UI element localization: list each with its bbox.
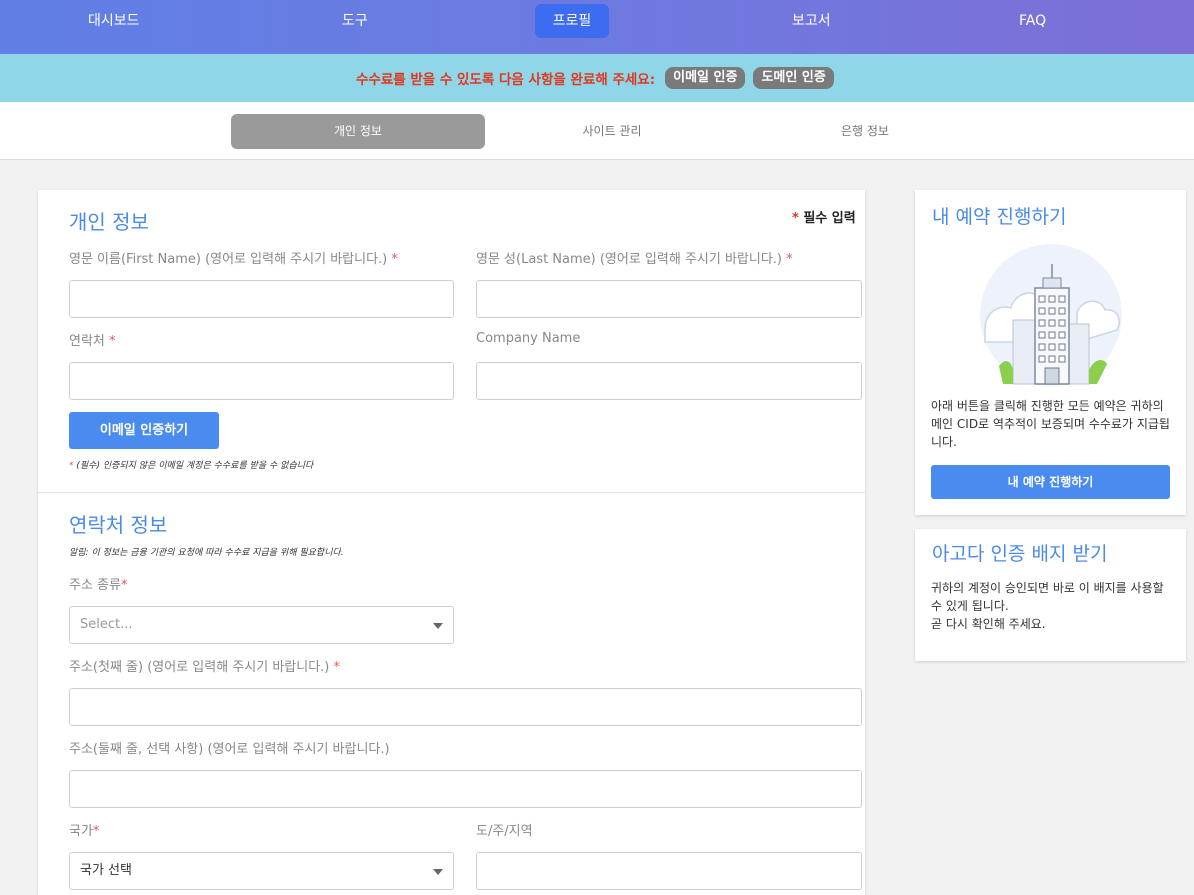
address2-label: 주소(둘째 줄, 선택 사항) (영어로 입력해 주시기 바랍니다.) <box>69 742 390 757</box>
company-name-label: Company Name <box>476 331 581 346</box>
address1-input[interactable] <box>69 688 862 726</box>
region-label: 도/주/지역 <box>476 824 533 839</box>
contact-label: 연락처 * <box>69 334 116 349</box>
contact-info-note: 알림: 이 정보는 금융 기관의 요청에 따라 수수료 지급을 위해 필요합니다… <box>69 548 344 558</box>
tab-personal-info[interactable]: 개인 정보 <box>231 114 485 149</box>
region-input[interactable] <box>476 852 862 890</box>
notice-bar: 수수료를 받을 수 있도록 다음 사항을 완료해 주세요: 이메일 인증 도메인… <box>0 54 1194 102</box>
address-type-select[interactable]: Select... <box>69 606 454 644</box>
booking-card-text: 아래 버튼을 클릭해 진행한 모든 예약은 귀하의 메인 CID로 역추적이 보… <box>931 399 1170 449</box>
proceed-booking-button[interactable]: 내 예약 진행하기 <box>931 465 1170 499</box>
address-type-label: 주소 종류* <box>69 578 128 593</box>
contact-info-title: 연락처 정보 <box>69 513 168 537</box>
nav-dashboard[interactable]: 대시보드 <box>74 4 154 38</box>
contact-input[interactable] <box>69 362 454 400</box>
first-name-input[interactable] <box>69 280 454 318</box>
nav-tools[interactable]: 도구 <box>328 4 382 38</box>
badge-card-text-2: 곧 다시 확인해 주세요. <box>931 617 1046 631</box>
nav-reports[interactable]: 보고서 <box>778 4 845 38</box>
tab-site-management[interactable]: 사이트 관리 <box>485 114 739 149</box>
nav-profile[interactable]: 프로필 <box>535 4 609 38</box>
country-label: 국가* <box>69 824 100 839</box>
verify-email-button[interactable]: 이메일 인증하기 <box>69 412 219 449</box>
verify-email-note: * (필수) 인증되지 않은 이메일 계정은 수수료를 받을 수 없습니다 <box>69 461 314 471</box>
badge-card-title: 아고다 인증 배지 받기 <box>932 543 1108 565</box>
building-illustration <box>980 244 1122 386</box>
address1-label: 주소(첫째 줄) (영어로 입력해 주시기 바랍니다.) * <box>69 660 341 675</box>
last-name-label: 영문 성(Last Name) (영어로 입력해 주시기 바랍니다.) * <box>476 252 793 267</box>
booking-card: 내 예약 진행하기 아래 버튼을 클릭해 진행한 모든 예약은 귀하의 메인 C… <box>915 190 1186 515</box>
notice-message: 수수료를 받을 수 있도록 다음 사항을 완료해 주세요: <box>356 72 656 88</box>
first-name-label: 영문 이름(First Name) (영어로 입력해 주시기 바랍니다.) * <box>69 252 398 267</box>
profile-subtabs: 개인 정보 사이트 관리 은행 정보 <box>0 102 1194 160</box>
company-name-input[interactable] <box>476 362 862 400</box>
tab-bank-info[interactable]: 은행 정보 <box>738 114 992 149</box>
chevron-down-icon <box>433 623 443 629</box>
domain-verify-badge[interactable]: 도메인 인증 <box>753 67 834 89</box>
section-divider <box>38 492 865 493</box>
address2-input[interactable] <box>69 770 862 808</box>
last-name-input[interactable] <box>476 280 862 318</box>
badge-card-text: 귀하의 계정이 승인되면 바로 이 배지를 사용할 수 있게 됩니다. <box>931 581 1164 613</box>
profile-form-card: 개인 정보 * 필수 입력 영문 이름(First Name) (영어로 입력해… <box>38 190 865 895</box>
personal-info-title: 개인 정보 <box>69 210 149 234</box>
badge-card: 아고다 인증 배지 받기 귀하의 계정이 승인되면 바로 이 배지를 사용할 수… <box>915 529 1186 661</box>
email-verify-badge[interactable]: 이메일 인증 <box>665 67 746 89</box>
top-navigation: 대시보드 도구 프로필 보고서 FAQ <box>0 0 1194 54</box>
chevron-down-icon <box>433 869 443 875</box>
required-note: * 필수 입력 <box>792 211 856 226</box>
booking-card-title: 내 예약 진행하기 <box>932 206 1067 228</box>
nav-faq[interactable]: FAQ <box>1005 4 1060 38</box>
country-select[interactable]: 국가 선택 <box>69 852 454 890</box>
